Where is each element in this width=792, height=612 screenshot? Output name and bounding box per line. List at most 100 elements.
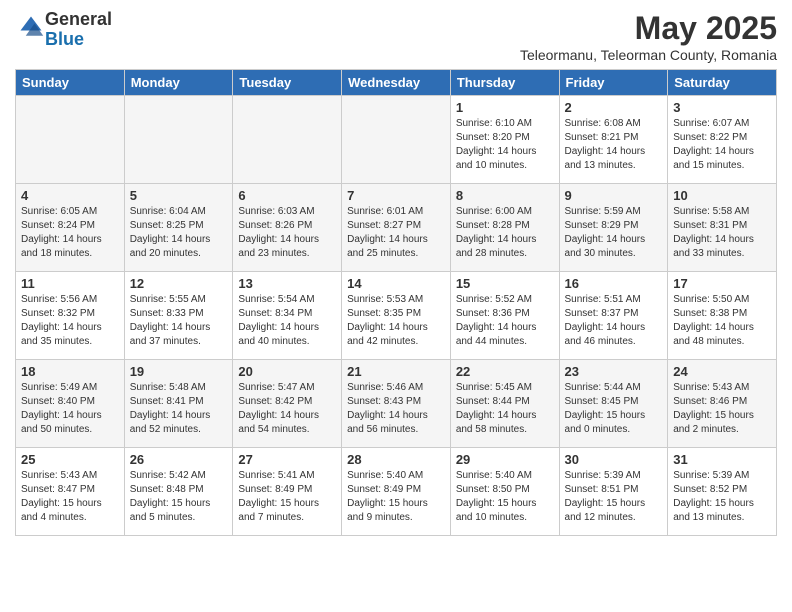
- cell-text: Sunrise: 5:50 AM Sunset: 8:38 PM Dayligh…: [673, 293, 771, 349]
- logo-general-text: General: [45, 9, 112, 29]
- cell-text: Sunrise: 5:54 AM Sunset: 8:34 PM Dayligh…: [238, 293, 336, 349]
- cell-text: Sunrise: 6:04 AM Sunset: 8:25 PM Dayligh…: [130, 205, 228, 261]
- cell-text: Sunrise: 5:58 AM Sunset: 8:31 PM Dayligh…: [673, 205, 771, 261]
- cell-text: Sunrise: 6:00 AM Sunset: 8:28 PM Dayligh…: [456, 205, 554, 261]
- day-number: 27: [238, 452, 336, 467]
- calendar-cell: 1Sunrise: 6:10 AM Sunset: 8:20 PM Daylig…: [450, 96, 559, 184]
- calendar-cell: [233, 96, 342, 184]
- day-number: 21: [347, 364, 445, 379]
- cell-text: Sunrise: 6:03 AM Sunset: 8:26 PM Dayligh…: [238, 205, 336, 261]
- day-number: 20: [238, 364, 336, 379]
- calendar-row: 25Sunrise: 5:43 AM Sunset: 8:47 PM Dayli…: [16, 448, 777, 536]
- cell-text: Sunrise: 5:39 AM Sunset: 8:52 PM Dayligh…: [673, 469, 771, 525]
- logo-icon: [17, 13, 45, 41]
- day-number: 24: [673, 364, 771, 379]
- calendar-cell: [124, 96, 233, 184]
- calendar-row: 4Sunrise: 6:05 AM Sunset: 8:24 PM Daylig…: [16, 184, 777, 272]
- calendar-cell: 20Sunrise: 5:47 AM Sunset: 8:42 PM Dayli…: [233, 360, 342, 448]
- day-number: 28: [347, 452, 445, 467]
- calendar-cell: 3Sunrise: 6:07 AM Sunset: 8:22 PM Daylig…: [668, 96, 777, 184]
- day-number: 4: [21, 188, 119, 203]
- calendar-cell: [342, 96, 451, 184]
- day-number: 6: [238, 188, 336, 203]
- calendar-cell: 26 Sunrise: 5:42 AM Sunset: 8:48 PM Dayli…: [124, 448, 233, 536]
- day-number: 26: [130, 452, 228, 467]
- calendar-cell: 14Sunrise: 5:53 AM Sunset: 8:35 PM Dayli…: [342, 272, 451, 360]
- calendar-cell: 21 Sunrise: 5:46 AM Sunset: 8:43 PM Dayli…: [342, 360, 451, 448]
- weekday-header: Saturday: [668, 70, 777, 96]
- calendar-cell: 19 Sunrise: 5:48 AM Sunset: 8:41 PM Dayli…: [124, 360, 233, 448]
- day-number: 11: [21, 276, 119, 291]
- logo-blue-text: Blue: [45, 29, 84, 49]
- day-number: 22: [456, 364, 554, 379]
- calendar-cell: 8 Sunrise: 6:00 AM Sunset: 8:28 PM Daylig…: [450, 184, 559, 272]
- calendar-cell: 11 Sunrise: 5:56 AM Sunset: 8:32 PM Dayli…: [16, 272, 125, 360]
- cell-text: Sunrise: 5:46 AM Sunset: 8:43 PM Dayligh…: [347, 381, 445, 437]
- day-number: 2: [565, 100, 663, 115]
- calendar-cell: 12 Sunrise: 5:55 AM Sunset: 8:33 PM Dayli…: [124, 272, 233, 360]
- cell-text: Sunrise: 6:01 AM Sunset: 8:27 PM Dayligh…: [347, 205, 445, 261]
- calendar-cell: 9Sunrise: 5:59 AM Sunset: 8:29 PM Daylig…: [559, 184, 668, 272]
- calendar-cell: [16, 96, 125, 184]
- calendar-cell: 15Sunrise: 5:52 AM Sunset: 8:36 PM Dayli…: [450, 272, 559, 360]
- calendar-cell: 22 Sunrise: 5:45 AM Sunset: 8:44 PM Dayli…: [450, 360, 559, 448]
- calendar-cell: 6 Sunrise: 6:03 AM Sunset: 8:26 PM Daylig…: [233, 184, 342, 272]
- day-number: 10: [673, 188, 771, 203]
- calendar-cell: 2Sunrise: 6:08 AM Sunset: 8:21 PM Daylig…: [559, 96, 668, 184]
- day-number: 31: [673, 452, 771, 467]
- calendar-row: 1Sunrise: 6:10 AM Sunset: 8:20 PM Daylig…: [16, 96, 777, 184]
- calendar-table: SundayMondayTuesdayWednesdayThursdayFrid…: [15, 69, 777, 536]
- weekday-header: Friday: [559, 70, 668, 96]
- calendar-cell: 10 Sunrise: 5:58 AM Sunset: 8:31 PM Dayli…: [668, 184, 777, 272]
- calendar-cell: 7Sunrise: 6:01 AM Sunset: 8:27 PM Daylig…: [342, 184, 451, 272]
- day-number: 18: [21, 364, 119, 379]
- cell-text: Sunrise: 5:39 AM Sunset: 8:51 PM Dayligh…: [565, 469, 663, 525]
- cell-text: Sunrise: 5:45 AM Sunset: 8:44 PM Dayligh…: [456, 381, 554, 437]
- cell-text: Sunrise: 5:56 AM Sunset: 8:32 PM Dayligh…: [21, 293, 119, 349]
- calendar-cell: 27 Sunrise: 5:41 AM Sunset: 8:49 PM Dayli…: [233, 448, 342, 536]
- cell-text: Sunrise: 6:07 AM Sunset: 8:22 PM Dayligh…: [673, 117, 771, 173]
- month-title: May 2025: [520, 10, 777, 47]
- cell-text: Sunrise: 5:44 AM Sunset: 8:45 PM Dayligh…: [565, 381, 663, 437]
- cell-text: Sunrise: 5:41 AM Sunset: 8:49 PM Dayligh…: [238, 469, 336, 525]
- calendar-cell: 4Sunrise: 6:05 AM Sunset: 8:24 PM Daylig…: [16, 184, 125, 272]
- day-number: 19: [130, 364, 228, 379]
- calendar-cell: 18Sunrise: 5:49 AM Sunset: 8:40 PM Dayli…: [16, 360, 125, 448]
- calendar-header-row: SundayMondayTuesdayWednesdayThursdayFrid…: [16, 70, 777, 96]
- cell-text: Sunrise: 5:53 AM Sunset: 8:35 PM Dayligh…: [347, 293, 445, 349]
- day-number: 12: [130, 276, 228, 291]
- day-number: 29: [456, 452, 554, 467]
- page: General Blue May 2025 Teleormanu, Teleor…: [0, 0, 792, 612]
- calendar-cell: 5 Sunrise: 6:04 AM Sunset: 8:25 PM Daylig…: [124, 184, 233, 272]
- weekday-header: Monday: [124, 70, 233, 96]
- calendar-row: 18Sunrise: 5:49 AM Sunset: 8:40 PM Dayli…: [16, 360, 777, 448]
- day-number: 8: [456, 188, 554, 203]
- logo: General Blue: [15, 10, 112, 50]
- cell-text: Sunrise: 5:55 AM Sunset: 8:33 PM Dayligh…: [130, 293, 228, 349]
- calendar-cell: 13 Sunrise: 5:54 AM Sunset: 8:34 PM Dayli…: [233, 272, 342, 360]
- cell-text: Sunrise: 5:40 AM Sunset: 8:50 PM Dayligh…: [456, 469, 554, 525]
- cell-text: Sunrise: 5:48 AM Sunset: 8:41 PM Dayligh…: [130, 381, 228, 437]
- calendar-cell: 17Sunrise: 5:50 AM Sunset: 8:38 PM Dayli…: [668, 272, 777, 360]
- day-number: 1: [456, 100, 554, 115]
- cell-text: Sunrise: 5:52 AM Sunset: 8:36 PM Dayligh…: [456, 293, 554, 349]
- cell-text: Sunrise: 5:43 AM Sunset: 8:47 PM Dayligh…: [21, 469, 119, 525]
- cell-text: Sunrise: 5:42 AM Sunset: 8:48 PM Dayligh…: [130, 469, 228, 525]
- calendar-cell: 31 Sunrise: 5:39 AM Sunset: 8:52 PM Dayli…: [668, 448, 777, 536]
- calendar-cell: 16 Sunrise: 5:51 AM Sunset: 8:37 PM Dayli…: [559, 272, 668, 360]
- title-block: May 2025 Teleormanu, Teleorman County, R…: [520, 10, 777, 63]
- cell-text: Sunrise: 5:40 AM Sunset: 8:49 PM Dayligh…: [347, 469, 445, 525]
- subtitle: Teleormanu, Teleorman County, Romania: [520, 47, 777, 63]
- day-number: 5: [130, 188, 228, 203]
- day-number: 16: [565, 276, 663, 291]
- calendar-row: 11 Sunrise: 5:56 AM Sunset: 8:32 PM Dayli…: [16, 272, 777, 360]
- day-number: 13: [238, 276, 336, 291]
- cell-text: Sunrise: 5:51 AM Sunset: 8:37 PM Dayligh…: [565, 293, 663, 349]
- calendar-cell: 28 Sunrise: 5:40 AM Sunset: 8:49 PM Dayli…: [342, 448, 451, 536]
- weekday-header: Sunday: [16, 70, 125, 96]
- calendar-cell: 24 Sunrise: 5:43 AM Sunset: 8:46 PM Dayli…: [668, 360, 777, 448]
- day-number: 9: [565, 188, 663, 203]
- day-number: 30: [565, 452, 663, 467]
- cell-text: Sunrise: 5:43 AM Sunset: 8:46 PM Dayligh…: [673, 381, 771, 437]
- day-number: 23: [565, 364, 663, 379]
